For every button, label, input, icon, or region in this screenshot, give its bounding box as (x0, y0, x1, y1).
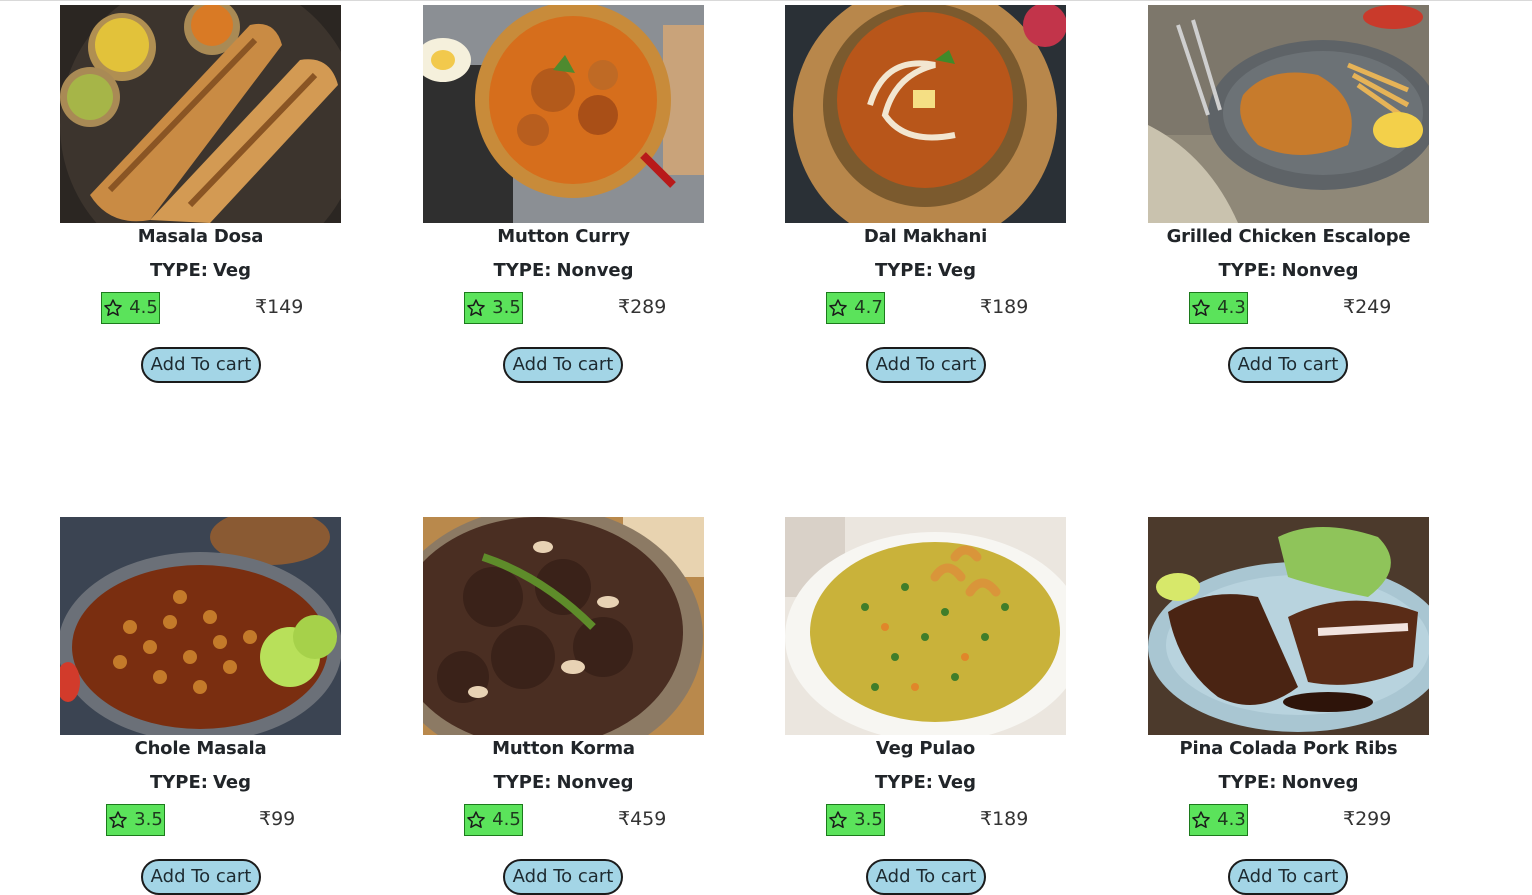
item-price: ₹189 (980, 296, 1029, 318)
type-label: TYPE: (493, 772, 552, 793)
item-type: TYPE: Veg (60, 770, 341, 796)
item-name: Mutton Curry (497, 226, 630, 247)
rating-value: 3.5 (134, 809, 163, 830)
type-value: Nonveg (1281, 260, 1359, 281)
item-name: Veg Pulao (875, 738, 976, 759)
add-to-cart-button[interactable]: Add To cart (1228, 347, 1348, 383)
item-meta: 3.5 ₹289 (423, 287, 704, 324)
add-to-cart-button[interactable]: Add To cart (503, 347, 623, 383)
item-meta: 4.5 ₹459 (423, 799, 704, 836)
menu-item-card: Chole Masala TYPE: Veg 3.5 ₹99 Add To car… (60, 517, 341, 895)
type-value: Veg (212, 260, 252, 281)
star-icon (1192, 811, 1211, 828)
menu-item-card: Mutton Curry TYPE: Nonveg 3.5 ₹289 Add To… (423, 5, 704, 383)
menu-item-card: Veg Pulao TYPE: Veg 3.5 ₹189 Add To cart (785, 517, 1066, 895)
rating-value: 4.3 (1217, 809, 1246, 830)
rating-badge: 3.5 (106, 804, 165, 836)
item-name: Chole Masala (134, 738, 267, 759)
add-to-cart-button[interactable]: Add To cart (1228, 859, 1348, 895)
star-icon (104, 299, 123, 316)
item-price: ₹299 (1343, 808, 1392, 830)
add-to-cart-button[interactable]: Add To cart (866, 859, 986, 895)
rating-value: 4.5 (129, 297, 158, 318)
item-meta: 4.3 ₹299 (1148, 799, 1429, 836)
item-type: TYPE: Veg (60, 258, 341, 284)
chole-masala-photo (60, 517, 341, 735)
add-to-cart-button[interactable]: Add To cart (141, 859, 261, 895)
menu-item-card: Pina Colada Pork Ribs TYPE: Nonveg 4.3 ₹2… (1148, 517, 1429, 895)
dal-makhani-photo (785, 5, 1066, 223)
rating-value: 4.3 (1217, 297, 1246, 318)
star-icon (467, 811, 486, 828)
item-meta: 4.7 ₹189 (785, 287, 1066, 324)
item-meta: 3.5 ₹189 (785, 799, 1066, 836)
star-icon (109, 811, 128, 828)
item-meta: 4.3 ₹249 (1148, 287, 1429, 324)
type-value: Nonveg (1281, 772, 1359, 793)
item-type: TYPE: Nonveg (423, 770, 704, 796)
rating-value: 4.5 (492, 809, 521, 830)
item-price: ₹459 (618, 808, 667, 830)
star-icon (467, 299, 486, 316)
item-type: TYPE: Veg (785, 770, 1066, 796)
star-icon (1192, 299, 1211, 316)
item-type: TYPE: Veg (785, 258, 1066, 284)
rating-badge: 4.3 (1189, 804, 1248, 836)
type-value: Nonveg (556, 260, 634, 281)
rating-badge: 4.5 (464, 804, 523, 836)
menu-item-card: Grilled Chicken Escalope TYPE: Nonveg 4.3… (1148, 5, 1429, 383)
rating-badge: 4.7 (826, 292, 885, 324)
pork-ribs-photo (1148, 517, 1429, 735)
item-name: Masala Dosa (137, 226, 264, 247)
item-price: ₹149 (255, 296, 304, 318)
rating-badge: 4.5 (101, 292, 160, 324)
item-name: Dal Makhani (863, 226, 988, 247)
item-name: Pina Colada Pork Ribs (1179, 738, 1398, 759)
item-type: TYPE: Nonveg (1148, 770, 1429, 796)
rating-badge: 4.3 (1189, 292, 1248, 324)
type-label: TYPE: (149, 772, 208, 793)
masala-dosa-photo (60, 5, 341, 223)
type-label: TYPE: (874, 772, 933, 793)
add-to-cart-button[interactable]: Add To cart (866, 347, 986, 383)
mutton-curry-photo (423, 5, 704, 223)
rating-value: 3.5 (492, 297, 521, 318)
star-icon (829, 811, 848, 828)
rating-badge: 3.5 (826, 804, 885, 836)
type-value: Veg (212, 772, 252, 793)
veg-pulao-photo (785, 517, 1066, 735)
grilled-chicken-photo (1148, 5, 1429, 223)
rating-value: 3.5 (854, 809, 883, 830)
type-value: Veg (937, 772, 977, 793)
item-type: TYPE: Nonveg (1148, 258, 1429, 284)
page-top-border (0, 0, 1532, 1)
item-type: TYPE: Nonveg (423, 258, 704, 284)
menu-item-card: Mutton Korma TYPE: Nonveg 4.5 ₹459 Add To… (423, 517, 704, 895)
mutton-korma-photo (423, 517, 704, 735)
type-value: Veg (937, 260, 977, 281)
item-meta: 4.5 ₹149 (60, 287, 341, 324)
type-value: Nonveg (556, 772, 634, 793)
item-price: ₹249 (1343, 296, 1392, 318)
item-price: ₹289 (618, 296, 667, 318)
menu-item-card: Dal Makhani TYPE: Veg 4.7 ₹189 Add To car… (785, 5, 1066, 383)
star-icon (829, 299, 848, 316)
rating-value: 4.7 (854, 297, 883, 318)
item-name: Mutton Korma (492, 738, 635, 759)
type-label: TYPE: (149, 260, 208, 281)
menu-item-card: Masala Dosa TYPE: Veg 4.5 ₹149 Add To car… (60, 5, 341, 383)
item-price: ₹99 (259, 808, 296, 830)
item-meta: 3.5 ₹99 (60, 799, 341, 836)
type-label: TYPE: (874, 260, 933, 281)
item-name: Grilled Chicken Escalope (1166, 226, 1411, 247)
type-label: TYPE: (493, 260, 552, 281)
add-to-cart-button[interactable]: Add To cart (141, 347, 261, 383)
add-to-cart-button[interactable]: Add To cart (503, 859, 623, 895)
type-label: TYPE: (1218, 772, 1277, 793)
rating-badge: 3.5 (464, 292, 523, 324)
type-label: TYPE: (1218, 260, 1277, 281)
item-price: ₹189 (980, 808, 1029, 830)
